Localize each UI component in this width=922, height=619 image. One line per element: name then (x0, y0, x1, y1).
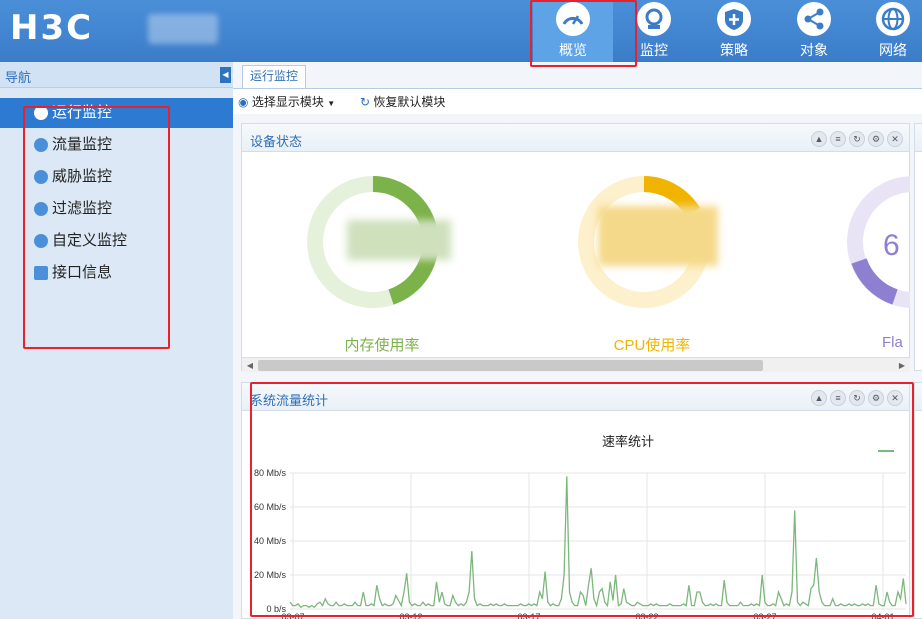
memory-usage-label: 内存使用率 (344, 337, 420, 354)
threat-icon (34, 170, 48, 184)
nav-tab-overview[interactable]: 概览 (533, 0, 613, 62)
dashboard-icon (556, 2, 590, 36)
memory-value-blurred (347, 220, 451, 260)
monitor-pin-icon (34, 106, 48, 120)
scroll-right-icon[interactable]: ▶ (896, 360, 908, 371)
filter-icon (34, 202, 48, 216)
sidebar-item-label: 流量监控 (52, 136, 113, 153)
sidebar-item-interface-info[interactable]: 接口信息 (0, 258, 233, 288)
interface-icon (34, 266, 48, 280)
nav-tab-label: 概览 (559, 42, 587, 58)
flash-usage-label: Fla (882, 334, 903, 351)
refresh-icon: ↻ (360, 95, 371, 109)
horizontal-scrollbar[interactable]: ◀ ▶ (242, 357, 910, 372)
y-tick-label: 60 Mb/s (254, 502, 287, 512)
x-tick-label: 04-01 (871, 612, 894, 619)
panel-controls: ▲ ≡ ↻ ⚙ ✕ (808, 130, 903, 147)
list-icon[interactable]: ≡ (830, 390, 846, 406)
monitor-icon (637, 2, 671, 36)
chart-title: 速率统计 (602, 434, 654, 449)
nav-tab-object[interactable]: 对象 (774, 0, 854, 62)
panel-header: 系统流量统计 ▲ ≡ ↻ ⚙ ✕ (242, 383, 909, 411)
x-tick-label: 03-07 (281, 612, 304, 619)
list-icon[interactable]: ≡ (830, 131, 846, 147)
y-tick-label: 40 Mb/s (254, 536, 287, 546)
close-icon[interactable]: ✕ (887, 131, 903, 147)
flash-gauge-arc (851, 258, 898, 305)
x-tick-label: 03-27 (753, 612, 776, 619)
globe-icon (876, 2, 910, 36)
y-tick-label: 80 Mb/s (254, 468, 287, 478)
chevron-down-icon: ▼ (327, 99, 336, 108)
sidebar-item-label: 威胁监控 (52, 168, 113, 185)
traffic-stats-panel: 系统流量统计 ▲ ≡ ↻ ⚙ ✕ 速率统计 0 b/s 20 Mb/s 40 Mb/s 60 … (241, 382, 910, 619)
sidebar-item-label: 运行监控 (52, 104, 113, 121)
close-icon[interactable]: ✕ (887, 390, 903, 406)
flash-value: 6 (883, 229, 900, 262)
sidebar-item-run-monitor[interactable]: 运行监控 (0, 98, 233, 128)
panel-header (915, 383, 922, 411)
collapse-up-icon[interactable]: ▲ (811, 390, 827, 406)
cpu-value-blurred (598, 206, 718, 266)
y-tick-label: 20 Mb/s (254, 570, 287, 580)
panel-title: 系统流量统计 (250, 393, 329, 408)
nav-tab-label: 网络 (879, 42, 907, 58)
x-tick-label: 03-22 (635, 612, 658, 619)
nav-tab-policy[interactable]: 策略 (694, 0, 774, 62)
refresh-icon[interactable]: ↻ (849, 390, 865, 406)
traffic-icon (34, 138, 48, 152)
select-modules-button[interactable]: ◉ 选择显示模块 ▼ (238, 93, 335, 111)
x-tick-label: 03-17 (517, 612, 540, 619)
x-tick-label: 03-12 (399, 612, 422, 619)
panel-header (915, 124, 922, 152)
collapse-up-icon[interactable]: ▲ (811, 131, 827, 147)
sidebar-item-label: 自定义监控 (52, 232, 128, 249)
cpu-usage-label: CPU使用率 (613, 337, 691, 354)
module-toolbar: ◉ 选择显示模块 ▼ ↻ 恢复默认模块 (233, 89, 922, 114)
nav-tab-label: 对象 (800, 42, 828, 58)
nav-tab-label: 监控 (640, 42, 668, 58)
panel-header: 设备状态 ▲ ≡ ↻ ⚙ ✕ (242, 124, 909, 152)
partial-panel-right (914, 123, 922, 371)
nav-tab-monitor[interactable]: 监控 (614, 0, 694, 62)
scrollbar-thumb[interactable] (258, 360, 763, 371)
main-content: 运行监控 ◉ 选择显示模块 ▼ ↻ 恢复默认模块 设备状态 ▲ ≡ ↻ ⚙ ✕ 内存使用… (233, 62, 922, 619)
sidebar-item-traffic-monitor[interactable]: 流量监控 (0, 130, 233, 160)
sidebar: 导航 ◀ 运行监控 流量监控 威胁监控 过滤监控 自定义监控 接口信息 (0, 62, 233, 619)
product-name-blurred (148, 14, 218, 44)
gear-icon[interactable]: ⚙ (868, 131, 884, 147)
restore-default-button[interactable]: ↻ 恢复默认模块 (360, 93, 445, 111)
flash-usage-gauge (847, 176, 910, 308)
gear-icon[interactable]: ⚙ (868, 390, 884, 406)
sidebar-item-threat-monitor[interactable]: 威胁监控 (0, 162, 233, 192)
shield-icon (717, 2, 751, 36)
sidebar-item-custom-monitor[interactable]: 自定义监控 (0, 226, 233, 256)
sidebar-title: 导航 (5, 70, 32, 85)
traffic-rate-chart: 速率统计 0 b/s20 Mb/s40 Mb/s60 Mb/s80 Mb/s03… (254, 434, 907, 619)
share-icon (797, 2, 831, 36)
partial-panel-right-2 (914, 382, 922, 619)
sidebar-item-label: 接口信息 (52, 264, 113, 281)
h3c-logo: H3C (10, 8, 94, 48)
eye-icon: ◉ (238, 95, 249, 109)
traffic-rate-line (289, 476, 907, 609)
nav-tab-network[interactable]: 网络 (853, 0, 922, 62)
scroll-left-icon[interactable]: ◀ (244, 360, 256, 371)
nav-tab-label: 策略 (720, 42, 748, 58)
device-status-panel: 设备状态 ▲ ≡ ↻ ⚙ ✕ 内存使用率 CPU使用率 6 Fla ◀ ▶ (241, 123, 910, 372)
panel-title: 设备状态 (250, 134, 303, 149)
sidebar-header: 导航 (0, 62, 233, 88)
sidebar-item-label: 过滤监控 (52, 200, 113, 217)
top-nav-bar: H3C 概览 监控 策略 对象 网络 (0, 0, 922, 62)
restore-default-label: 恢复默认模块 (373, 95, 446, 109)
tab-run-monitor[interactable]: 运行监控 (242, 65, 306, 88)
collapse-arrow-icon[interactable]: ◀ (220, 67, 231, 83)
refresh-icon[interactable]: ↻ (849, 131, 865, 147)
custom-icon (34, 234, 48, 248)
select-modules-label: 选择显示模块 (251, 95, 324, 109)
sidebar-item-filter-monitor[interactable]: 过滤监控 (0, 194, 233, 224)
panel-controls: ▲ ≡ ↻ ⚙ ✕ (808, 389, 903, 406)
